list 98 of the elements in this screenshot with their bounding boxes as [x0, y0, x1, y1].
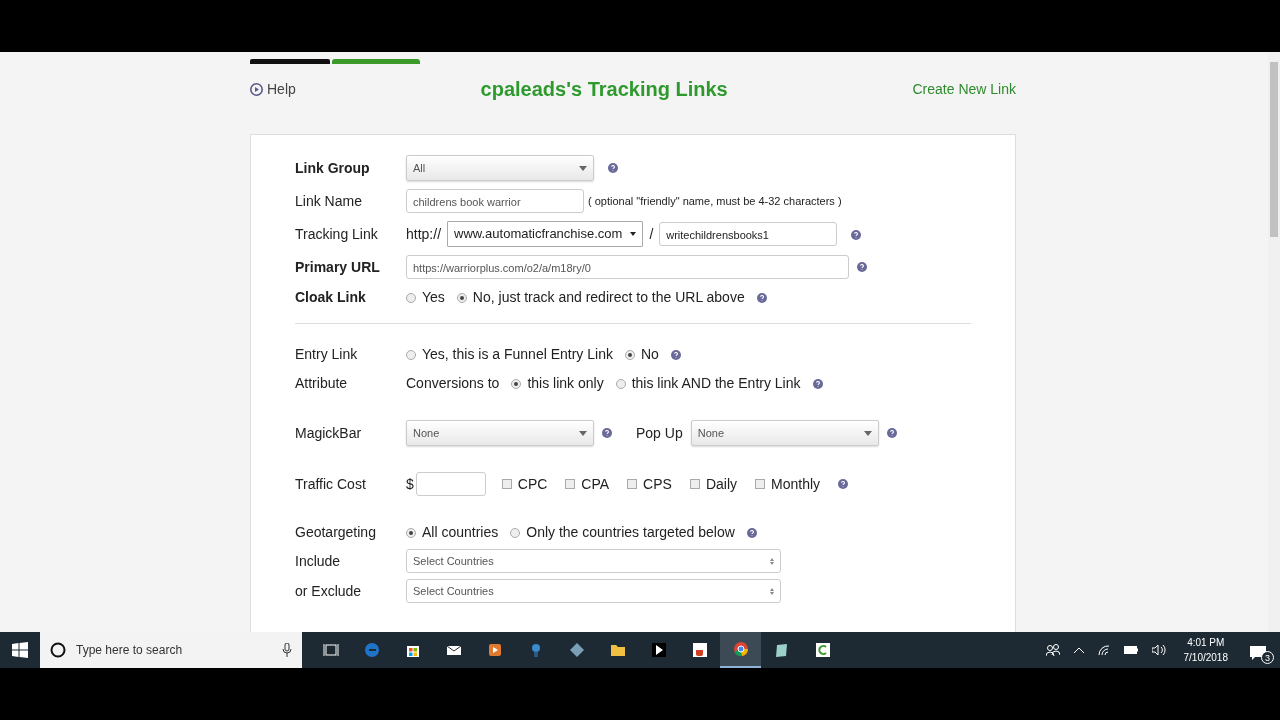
checkbox[interactable]: [501, 479, 512, 489]
checkbox[interactable]: [565, 479, 576, 489]
field-label: Primary URL: [295, 257, 381, 277]
taskbar-search-field[interactable]: Type here to search: [40, 632, 302, 668]
popup-dropdown[interactable]: None: [690, 420, 879, 446]
url-field[interactable]: https://warriorplus.com/o2/a/m18ry/0: [406, 255, 849, 279]
cortana-circle-icon: [50, 642, 66, 658]
radio-option[interactable]: No: [624, 344, 659, 365]
radio-button[interactable]: [615, 378, 626, 389]
radio-button[interactable]: [406, 349, 416, 360]
radio-option[interactable]: this link AND the Entry Link: [615, 373, 801, 394]
conversions-label: Conversions to: [406, 374, 500, 393]
battery-icon[interactable]: [1123, 646, 1138, 654]
field-note: ( optional "friendly" name, must be 4-32 characters ): [588, 193, 842, 209]
countries-select[interactable]: Select Countries: [406, 549, 781, 573]
radio-option[interactable]: Yes, this is a Funnel Entry Link: [406, 344, 613, 365]
help-icon[interactable]: [851, 229, 862, 240]
task-view-icon: [322, 642, 339, 658]
scrollbar[interactable]: [1268, 52, 1280, 632]
radio-button[interactable]: [511, 378, 522, 389]
create-link[interactable]: Create New Link: [912, 78, 1016, 100]
help-icon[interactable]: [886, 428, 897, 438]
page-title: cpaleads's Tracking Links: [480, 77, 728, 101]
windows-logo-icon: [12, 642, 28, 658]
help-icon[interactable]: [812, 378, 823, 389]
help-icon[interactable]: [608, 163, 618, 173]
field-label: Attribute: [295, 374, 349, 393]
currency-symbol: $: [406, 474, 414, 494]
field-label: Traffic Cost: [295, 474, 367, 494]
checkbox-option[interactable]: Monthly: [755, 473, 821, 495]
scrollbar-thumb[interactable]: [1270, 62, 1278, 237]
help-icon[interactable]: [602, 428, 612, 438]
folder-icon: [609, 642, 626, 658]
diamond-icon: [568, 642, 585, 658]
domain-dropdown[interactable]: www.automaticfranchise.com: [447, 221, 644, 247]
people-icon[interactable]: [1045, 644, 1060, 656]
help-icon[interactable]: [746, 527, 757, 538]
field-label: Entry Link: [295, 345, 359, 364]
browser-e-icon: [363, 642, 380, 658]
group-dropdown[interactable]: All: [406, 155, 594, 181]
sort-icon: [770, 557, 774, 565]
clock-time[interactable]: 4:01 PM: [1183, 635, 1228, 650]
magickbar-dropdown[interactable]: None: [406, 420, 594, 446]
field-label: Tracking Link: [295, 224, 379, 244]
help-icon[interactable]: [756, 292, 767, 303]
help-icon[interactable]: [838, 479, 849, 489]
clock-date[interactable]: 7/10/2018: [1183, 650, 1228, 665]
help-icon[interactable]: [857, 262, 867, 272]
url-prefix: http://: [406, 224, 442, 244]
field-label: Link Name: [295, 191, 363, 211]
cost-field[interactable]: [415, 472, 486, 496]
microphone-icon: [282, 643, 292, 657]
chrome-icon: [732, 641, 749, 657]
radio-option[interactable]: Yes: [406, 287, 445, 308]
radio-button[interactable]: [406, 527, 416, 538]
play-icon: [650, 642, 667, 658]
help-link[interactable]: Help: [250, 78, 296, 100]
field-label: Pop Up: [636, 423, 683, 443]
caret-icon: [863, 430, 872, 436]
radio-button[interactable]: [624, 349, 635, 360]
radio-button[interactable]: [406, 292, 416, 303]
chevron-up-icon[interactable]: [1073, 647, 1084, 653]
slash-separator: /: [649, 224, 654, 244]
speaker-icon[interactable]: [1151, 645, 1166, 655]
checkbox-option[interactable]: CPC: [501, 473, 548, 495]
help-icon[interactable]: [670, 349, 681, 360]
play-circle-icon: [250, 82, 263, 96]
radio-button[interactable]: [510, 527, 521, 538]
camtasia-icon: [814, 642, 831, 658]
checkbox-option[interactable]: Daily: [689, 473, 738, 495]
checkbox[interactable]: [627, 479, 638, 489]
field-label: Include: [295, 551, 342, 571]
caret-icon: [579, 165, 587, 171]
radio-option[interactable]: All countries: [406, 522, 499, 543]
field-label: or Exclude: [295, 581, 363, 601]
radio-option[interactable]: No, just track and redirect to the URL above: [456, 287, 745, 308]
radio-option[interactable]: Only the countries targeted below: [510, 522, 735, 543]
slug-field[interactable]: writechildrensbooks1: [659, 222, 838, 246]
field-label: Cloak Link: [295, 288, 367, 307]
media-player-icon: [486, 642, 503, 658]
wifi-icon[interactable]: [1097, 645, 1110, 655]
radio-option[interactable]: this link only: [511, 373, 604, 394]
checkbox-option[interactable]: CPS: [627, 473, 672, 495]
field-label: MagickBar: [295, 423, 363, 443]
countries-select[interactable]: Select Countries: [406, 579, 781, 603]
caret-icon: [579, 430, 587, 436]
note-pad-icon: [773, 642, 790, 658]
checkbox-option[interactable]: CPA: [565, 473, 610, 495]
checkbox[interactable]: [755, 479, 766, 489]
field-label: Geotargeting: [295, 523, 377, 542]
cup-icon: [691, 642, 708, 658]
checkbox[interactable]: [689, 479, 700, 489]
field-label: Link Group: [295, 158, 371, 178]
sort-icon: [770, 587, 774, 595]
notification-count: 3: [1261, 651, 1274, 664]
caret-icon: [630, 232, 637, 236]
name-field[interactable]: childrens book warrior: [406, 189, 584, 213]
radio-button[interactable]: [456, 292, 467, 303]
